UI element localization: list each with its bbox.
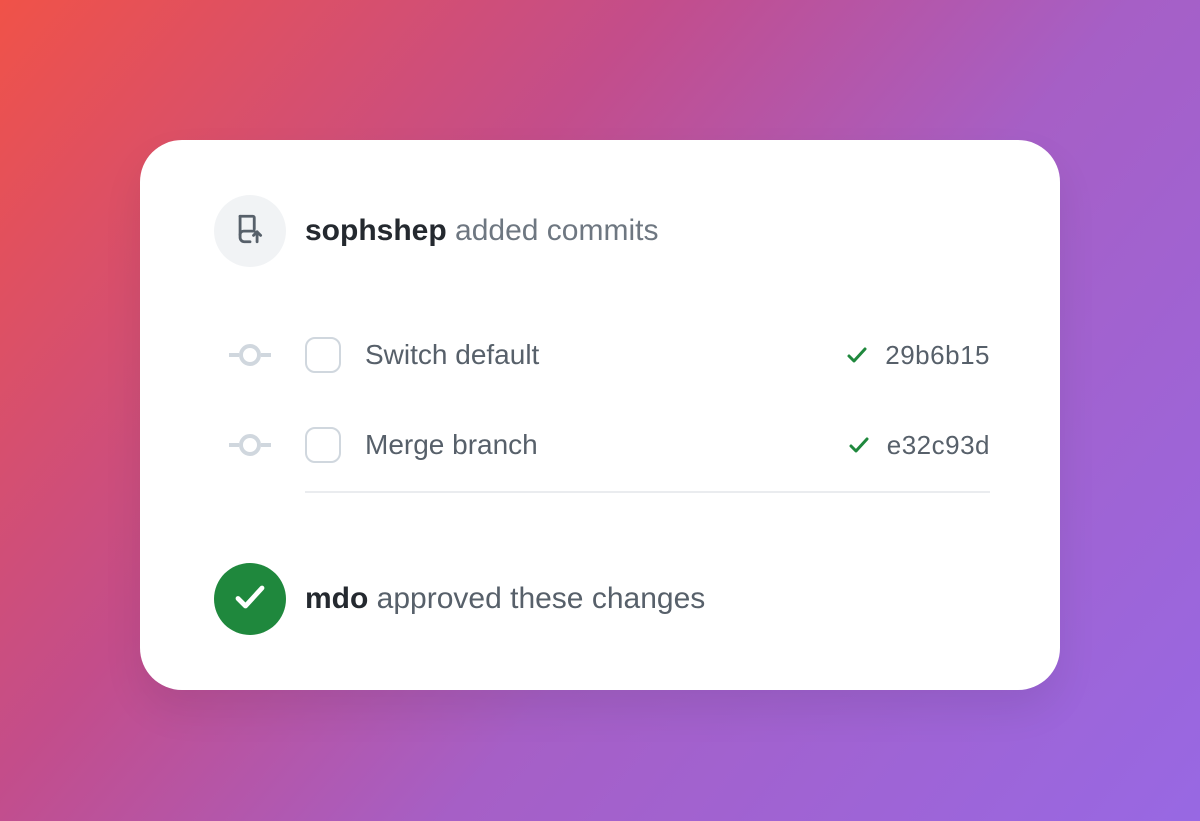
timeline-connector [195, 267, 990, 327]
commit-sha[interactable]: 29b6b15 [885, 340, 990, 371]
timeline-header-text: sophshep added commits [305, 214, 990, 248]
repo-push-icon [233, 212, 267, 251]
push-event-badge [214, 195, 286, 267]
commit-message[interactable]: Switch default [365, 339, 821, 371]
timeline-connector [195, 383, 990, 417]
timeline-header-row: sophshep added commits [195, 195, 990, 267]
timeline-connector [195, 503, 990, 563]
status-success-icon[interactable] [845, 343, 869, 367]
timeline-card: sophshep added commits Switch default [140, 140, 1060, 690]
commit-select-checkbox[interactable] [305, 427, 341, 463]
timeline-divider-row [195, 473, 990, 503]
commit-row: Merge branch e32c93d [195, 417, 990, 473]
commit-message[interactable]: Merge branch [365, 429, 823, 461]
commit-select-checkbox[interactable] [305, 337, 341, 373]
status-success-icon[interactable] [847, 433, 871, 457]
commit-node-icon [239, 344, 261, 366]
approval-action: approved these changes [377, 582, 706, 615]
approval-username[interactable]: mdo [305, 582, 368, 615]
approval-badge [214, 563, 286, 635]
commit-row: Switch default 29b6b15 [195, 327, 990, 383]
check-icon [232, 579, 268, 620]
approval-row: mdo approved these changes [195, 563, 990, 635]
commit-sha[interactable]: e32c93d [887, 430, 990, 461]
divider [305, 491, 990, 493]
approval-text: mdo approved these changes [305, 582, 990, 616]
commit-node-icon [239, 434, 261, 456]
header-username[interactable]: sophshep [305, 214, 447, 247]
